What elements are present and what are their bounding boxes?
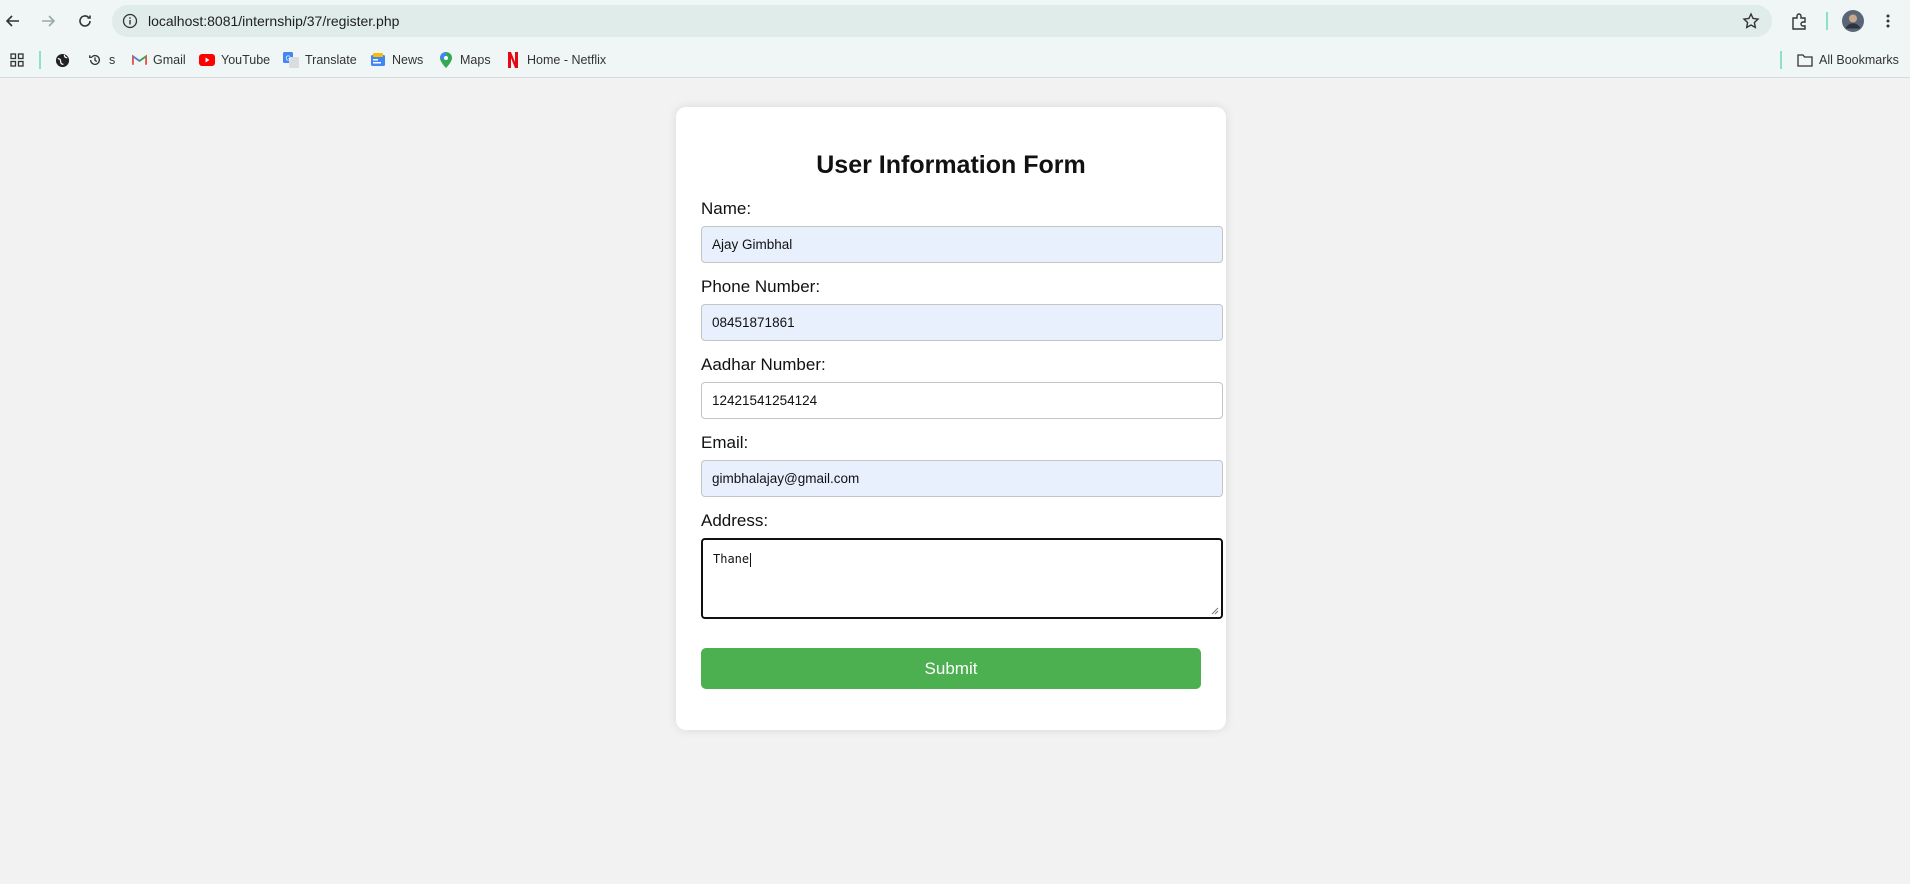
toolbar-divider xyxy=(1826,12,1828,30)
bookmark-label: YouTube xyxy=(221,53,271,67)
aadhar-input[interactable]: 12421541254124 xyxy=(701,382,1223,419)
bookmark-label: News xyxy=(392,53,424,67)
all-bookmarks-label: All Bookmarks xyxy=(1819,53,1899,67)
apps-button[interactable] xyxy=(9,50,31,70)
avatar-icon xyxy=(1842,10,1864,32)
back-button[interactable] xyxy=(1,9,25,33)
address-textarea[interactable]: Thane xyxy=(701,538,1223,619)
user-form-card: User Information Form Name: Ajay Gimbhal… xyxy=(676,107,1226,730)
bookmarks-divider xyxy=(39,51,41,69)
bookmark-label: Translate xyxy=(305,53,357,67)
maps-icon xyxy=(438,52,454,68)
address-text: Thane xyxy=(713,552,750,566)
bookmark-translate[interactable]: G Translate xyxy=(283,50,357,70)
site-info-icon[interactable] xyxy=(122,13,138,29)
svg-text:G: G xyxy=(286,56,291,63)
form-title: User Information Form xyxy=(816,151,1086,179)
email-label: Email: xyxy=(701,433,749,452)
bookmarks-bar: s Gmail YouTube G Translate News Maps Ho… xyxy=(0,42,1910,78)
bookmark-label: Home - Netflix xyxy=(527,53,607,67)
phone-label: Phone Number: xyxy=(701,277,821,296)
browser-menu-button[interactable] xyxy=(1876,9,1900,33)
kebab-menu-icon xyxy=(1886,14,1890,28)
bookmark-s[interactable]: s xyxy=(87,50,115,70)
news-icon xyxy=(370,52,386,68)
bookmark-star-icon[interactable] xyxy=(1742,12,1760,30)
bookmark-label: Gmail xyxy=(153,53,186,67)
browser-toolbar: localhost:8081/internship/37/register.ph… xyxy=(0,0,1910,42)
extensions-button[interactable] xyxy=(1787,9,1811,33)
bookmark-netflix[interactable]: Home - Netflix xyxy=(505,50,606,70)
text-caret xyxy=(750,552,752,567)
bookmark-globe[interactable] xyxy=(54,50,76,70)
phone-input[interactable]: 08451871861 xyxy=(701,304,1223,341)
puzzle-icon xyxy=(1792,13,1806,30)
forward-button[interactable] xyxy=(36,9,60,33)
url-text: localhost:8081/internship/37/register.ph… xyxy=(148,13,400,29)
reload-icon xyxy=(79,15,91,27)
profile-avatar[interactable] xyxy=(1841,9,1865,33)
email-input[interactable]: gimbhalajay@gmail.com xyxy=(701,460,1223,497)
submit-button[interactable]: Submit xyxy=(701,648,1201,689)
back-arrow-icon xyxy=(5,15,19,27)
bookmark-gmail[interactable]: Gmail xyxy=(131,50,186,70)
bookmarks-divider-right xyxy=(1780,51,1782,69)
bookmark-maps[interactable]: Maps xyxy=(438,50,491,70)
apps-grid-icon xyxy=(9,52,25,68)
address-label: Address: xyxy=(701,511,769,530)
all-bookmarks-button[interactable]: All Bookmarks xyxy=(1797,50,1899,70)
youtube-icon xyxy=(199,52,215,68)
folder-icon xyxy=(1797,52,1813,68)
aadhar-label: Aadhar Number: xyxy=(701,355,826,374)
bookmark-news[interactable]: News xyxy=(370,50,423,70)
bookmark-label: Maps xyxy=(460,53,491,67)
bookmark-youtube[interactable]: YouTube xyxy=(199,50,270,70)
bookmark-label: s xyxy=(109,53,116,67)
reload-button[interactable] xyxy=(73,9,97,33)
history-icon xyxy=(87,52,103,68)
translate-icon: G xyxy=(283,52,299,68)
resize-handle-icon[interactable] xyxy=(1211,607,1219,615)
globe-icon xyxy=(54,52,70,68)
name-input[interactable]: Ajay Gimbhal xyxy=(701,226,1223,263)
address-bar[interactable]: localhost:8081/internship/37/register.ph… xyxy=(112,5,1772,37)
forward-arrow-icon xyxy=(42,15,56,27)
name-label: Name: xyxy=(701,199,752,218)
gmail-icon xyxy=(131,52,147,68)
netflix-icon xyxy=(505,52,521,68)
